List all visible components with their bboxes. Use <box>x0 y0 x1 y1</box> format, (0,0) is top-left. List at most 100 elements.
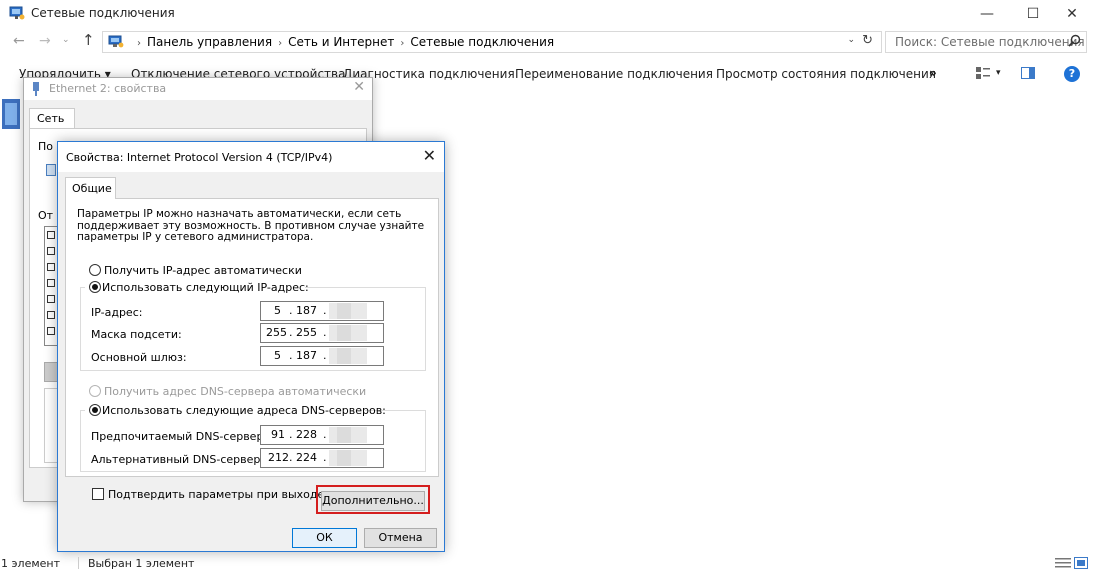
large-icons-view-icon[interactable] <box>1074 557 1088 569</box>
ip-dot: . <box>289 326 293 339</box>
tab-network[interactable]: Сеть <box>29 108 75 129</box>
dns-auto-label[interactable]: Получить адрес DNS-сервера автоматически <box>104 385 366 398</box>
ip-dot: . <box>323 428 327 441</box>
gateway-field[interactable]: 5 . 187 . <box>260 346 384 366</box>
rename-button[interactable]: Переименование подключения <box>515 67 713 81</box>
advanced-button[interactable]: Дополнительно... <box>321 491 425 511</box>
status-bar: 1 элемент Выбран 1 элемент <box>0 553 1095 573</box>
ip-dot: . <box>323 349 327 362</box>
redacted-octets <box>337 303 351 319</box>
breadcrumb-separator: › <box>137 38 141 49</box>
ip-dot: . <box>289 304 293 317</box>
ipv4-dialog-titlebar: Свойства: Internet Protocol Version 4 (T… <box>58 142 444 172</box>
component-checkbox[interactable] <box>47 231 55 239</box>
ip-settings-description: Параметры IP можно назначать автоматичес… <box>77 208 424 244</box>
minimize-button[interactable]: — <box>964 0 1010 28</box>
close-window-button[interactable]: ✕ <box>1049 0 1095 28</box>
component-checkbox[interactable] <box>47 263 55 271</box>
adapter-small-icon <box>46 164 56 176</box>
ip-address-label: IP-адрес: <box>91 306 143 319</box>
ip-octet: 255 <box>266 326 287 339</box>
ip-octet: 91 <box>271 428 285 441</box>
breadcrumb: › Панель управления › Сеть и Интернет › Сетев… <box>131 35 554 49</box>
ip-manual-label[interactable]: Использовать следующий IP-адрес: <box>102 281 309 294</box>
item-count: 1 элемент <box>1 557 60 570</box>
preview-pane-icon[interactable] <box>1021 67 1035 79</box>
description-line: Параметры IP можно назначать автоматичес… <box>77 208 402 220</box>
dns-auto-radio[interactable] <box>89 385 101 397</box>
component-checkbox[interactable] <box>47 327 55 335</box>
ip-octet: 187 <box>296 304 317 317</box>
redacted-octets <box>337 427 351 443</box>
ethernet-dialog-titlebar: Ethernet 2: свойства ✕ <box>24 78 372 100</box>
help-icon[interactable]: ? <box>1064 66 1080 82</box>
close-icon[interactable]: ✕ <box>353 79 365 95</box>
breadcrumb-separator: › <box>278 38 283 49</box>
more-commands-button[interactable]: » <box>929 66 937 80</box>
ip-dot: . <box>323 304 327 317</box>
ip-manual-radio[interactable] <box>89 281 101 293</box>
ip-auto-radio[interactable] <box>89 264 101 276</box>
close-icon[interactable]: ✕ <box>423 146 436 165</box>
network-adapter-icon[interactable] <box>0 95 22 135</box>
ip-dot: . <box>289 451 293 464</box>
ethernet-adapter-icon <box>33 82 39 96</box>
gateway-label: Основной шлюз: <box>91 351 187 364</box>
tab-general-label: Общие <box>72 182 112 195</box>
address-bar[interactable]: › Панель управления › Сеть и Интернет › Сетев… <box>102 31 882 53</box>
redacted-octets <box>337 450 351 466</box>
chevron-down-icon[interactable]: ⌄ <box>847 35 855 45</box>
ip-dot: . <box>289 349 293 362</box>
breadcrumb-network-connections[interactable]: Сетевые подключения <box>410 35 554 49</box>
ethernet-dialog-title: Ethernet 2: свойства <box>49 82 167 95</box>
component-checkbox[interactable] <box>47 247 55 255</box>
subnet-mask-field[interactable]: 255 . 255 . <box>260 323 384 343</box>
component-checkbox[interactable] <box>47 311 55 319</box>
validate-on-exit-label[interactable]: Подтвердить параметры при выходе <box>108 488 324 501</box>
refresh-icon[interactable]: ↻ <box>862 33 873 48</box>
view-dropdown-icon[interactable]: ▾ <box>996 68 1001 78</box>
ipv4-dialog-title: Свойства: Internet Protocol Version 4 (T… <box>66 151 333 164</box>
cancel-button[interactable]: Отмена <box>364 528 437 548</box>
window-title: Сетевые подключения <box>31 6 175 20</box>
ip-dot: . <box>323 326 327 339</box>
ip-octet: 5 <box>274 304 281 317</box>
preferred-dns-label: Предпочитаемый DNS-сервер: <box>91 430 268 443</box>
validate-on-exit-checkbox[interactable] <box>92 488 104 500</box>
breadcrumb-network-internet[interactable]: Сеть и Интернет <box>288 35 394 49</box>
ip-address-field[interactable]: 5 . 187 . <box>260 301 384 321</box>
component-checkbox[interactable] <box>47 295 55 303</box>
change-view-icon[interactable] <box>976 67 990 79</box>
back-icon[interactable]: ← <box>13 33 25 49</box>
network-connections-icon <box>9 6 25 20</box>
selection-count: Выбран 1 элемент <box>88 557 195 570</box>
ip-auto-label[interactable]: Получить IP-адрес автоматически <box>104 264 302 277</box>
dns-manual-label[interactable]: Использовать следующие адреса DNS-сервер… <box>102 404 386 417</box>
recent-locations-icon[interactable]: ⌄ <box>62 35 70 45</box>
tab-network-label: Сеть <box>37 112 65 125</box>
components-list[interactable] <box>44 226 58 346</box>
ethernet-components-label: От <box>38 209 54 222</box>
search-input[interactable]: Поиск: Сетевые подключения <box>885 31 1087 53</box>
description-group <box>44 388 58 463</box>
up-arrow-icon[interactable]: ↑ <box>82 31 95 49</box>
install-button[interactable] <box>44 362 58 382</box>
breadcrumb-control-panel[interactable]: Панель управления <box>147 35 272 49</box>
status-divider <box>78 557 79 569</box>
subnet-mask-label: Маска подсети: <box>91 328 182 341</box>
ok-button[interactable]: ОК <box>292 528 357 548</box>
preferred-dns-field[interactable]: 91 . 228 . <box>260 425 384 445</box>
ip-octet: 5 <box>274 349 281 362</box>
ip-dot: . <box>323 451 327 464</box>
alternate-dns-field[interactable]: 212 . 224 . <box>260 448 384 468</box>
ip-octet: 187 <box>296 349 317 362</box>
ip-octet: 212 <box>268 451 289 464</box>
tab-general[interactable]: Общие <box>65 177 116 199</box>
description-line: параметры IP у сетевого администратора. <box>77 231 314 243</box>
dns-manual-radio[interactable] <box>89 404 101 416</box>
control-panel-icon <box>108 35 124 48</box>
component-checkbox[interactable] <box>47 279 55 287</box>
details-view-icon[interactable] <box>1055 557 1071 569</box>
forward-icon[interactable]: → <box>39 33 51 49</box>
view-status-button[interactable]: Просмотр состояния подключения <box>716 67 936 81</box>
